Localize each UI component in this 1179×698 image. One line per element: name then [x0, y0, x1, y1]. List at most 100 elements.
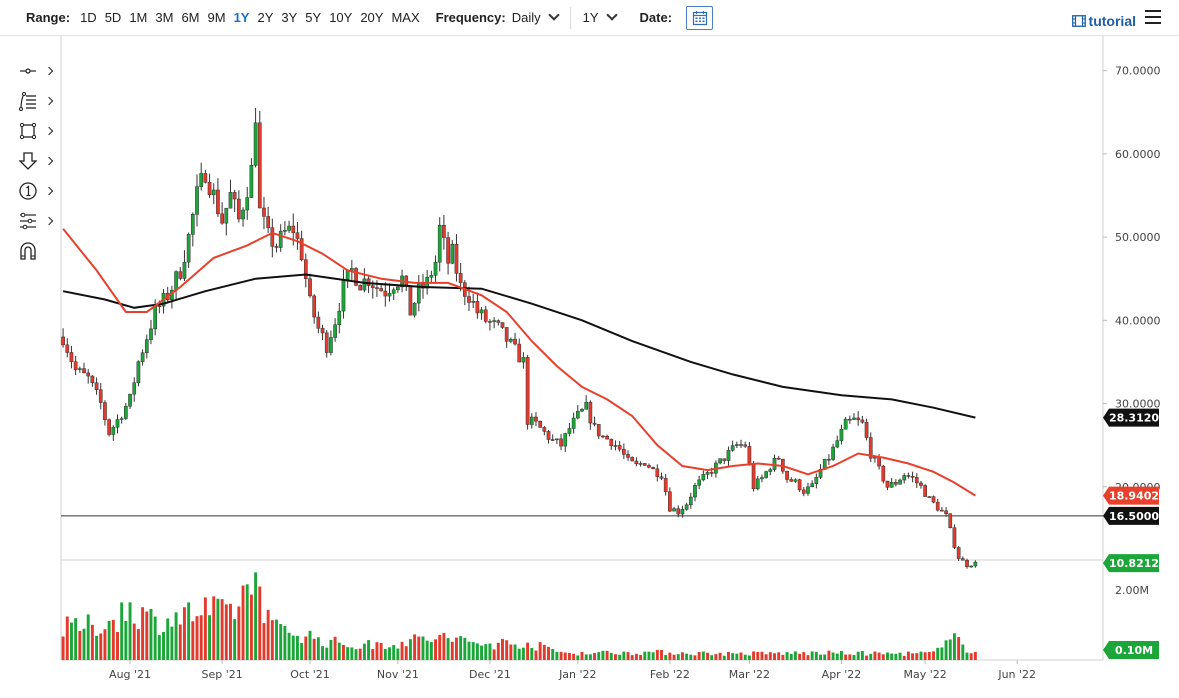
volume-bar: [304, 636, 308, 660]
volume-bar: [952, 633, 956, 660]
date-picker-button[interactable]: [686, 5, 714, 30]
candle: [622, 443, 626, 460]
candle: [910, 471, 915, 483]
candle: [521, 352, 526, 369]
candle-body: [149, 328, 153, 340]
candle-body: [291, 225, 296, 234]
range-10y[interactable]: 10Y: [329, 10, 352, 25]
frequency-value: Daily: [511, 10, 541, 25]
volume-bar: [379, 642, 383, 660]
candle: [178, 266, 183, 281]
candle-body: [768, 469, 773, 472]
range-max[interactable]: MAX: [391, 10, 419, 25]
volume-bar: [906, 651, 910, 660]
candle-body: [760, 477, 764, 480]
volume-bar: [919, 651, 923, 660]
volume-bar: [275, 619, 278, 660]
candle: [718, 458, 722, 465]
range-6m[interactable]: 6M: [181, 10, 199, 25]
candle: [647, 463, 651, 469]
candle-body: [349, 268, 354, 271]
candle-body: [948, 513, 953, 528]
hamburger-menu-icon[interactable]: [1145, 10, 1161, 24]
candle: [571, 412, 576, 434]
range-3m[interactable]: 3M: [155, 10, 173, 25]
ma-slow-tag: 28.3120: [1103, 408, 1159, 427]
volume-bar: [258, 586, 262, 660]
candle-body: [852, 417, 856, 420]
candle: [852, 413, 856, 420]
range-1d[interactable]: 1D: [80, 10, 97, 25]
candle: [684, 502, 689, 511]
candle: [396, 286, 400, 293]
candle-body: [274, 246, 279, 248]
volume-bar: [283, 625, 287, 660]
candle: [496, 319, 501, 326]
volume-bar: [354, 649, 358, 660]
candle: [144, 334, 149, 359]
volume-bar: [467, 641, 471, 660]
candle: [885, 480, 890, 491]
range-9m[interactable]: 9M: [208, 10, 226, 25]
volume-bar: [965, 652, 969, 660]
chart-frame: [60, 36, 1104, 661]
volume-bar: [839, 650, 843, 660]
candle-body: [249, 165, 254, 198]
range-3y[interactable]: 3Y: [281, 10, 297, 25]
volume-bar: [563, 652, 567, 660]
candle-body: [174, 271, 178, 291]
volume-bar: [346, 647, 350, 660]
volume-bar: [182, 607, 186, 660]
volume-bar: [475, 643, 479, 660]
candle-body: [580, 408, 584, 412]
volume-bar: [245, 584, 249, 660]
candle: [789, 477, 794, 482]
ma-fast-tag-label: 18.9402: [1109, 490, 1159, 503]
volume-bar: [203, 597, 207, 660]
candle-body: [550, 439, 555, 441]
candle: [140, 349, 145, 366]
candle-body: [764, 471, 768, 478]
tutorial-link[interactable]: tutorial: [1071, 13, 1136, 29]
volume-bar: [923, 652, 927, 660]
volume-bar: [400, 641, 404, 660]
candle: [525, 355, 530, 430]
candle: [751, 460, 756, 492]
period-select[interactable]: 1Y: [583, 9, 618, 25]
volume-bar: [890, 653, 894, 660]
volume-bar: [743, 654, 747, 660]
volume-bar: [689, 654, 693, 660]
volume-bar: [643, 651, 647, 660]
range-1y[interactable]: 1Y: [234, 10, 250, 25]
volume-bar: [580, 651, 584, 660]
volume-bar: [266, 609, 270, 660]
candle: [534, 412, 538, 427]
candle-body: [446, 237, 450, 264]
candle: [613, 440, 618, 451]
candle: [575, 405, 580, 420]
volume-bar: [626, 652, 630, 660]
volume-bar: [208, 615, 212, 660]
candle-body: [316, 316, 321, 329]
candle-body: [124, 405, 128, 419]
frequency-select[interactable]: Daily: [511, 9, 560, 25]
candle: [584, 395, 589, 410]
candle-body: [776, 457, 781, 460]
candle-body: [362, 278, 367, 291]
volume-bar: [362, 643, 366, 660]
candle-body: [596, 424, 601, 437]
range-2y[interactable]: 2Y: [257, 10, 273, 25]
candle: [199, 162, 204, 191]
range-1m[interactable]: 1M: [129, 10, 147, 25]
candle-body: [542, 427, 547, 432]
candle-body: [132, 382, 137, 395]
candle-body: [232, 192, 237, 200]
candle: [517, 338, 522, 363]
candle-body: [914, 477, 919, 484]
range-5d[interactable]: 5D: [105, 10, 122, 25]
candle-body: [190, 213, 195, 235]
volume-bar: [777, 652, 781, 660]
range-20y[interactable]: 20Y: [360, 10, 383, 25]
range-5y[interactable]: 5Y: [305, 10, 321, 25]
price-chart[interactable]: 70.000060.000050.000040.000030.000020.00…: [0, 36, 1179, 698]
